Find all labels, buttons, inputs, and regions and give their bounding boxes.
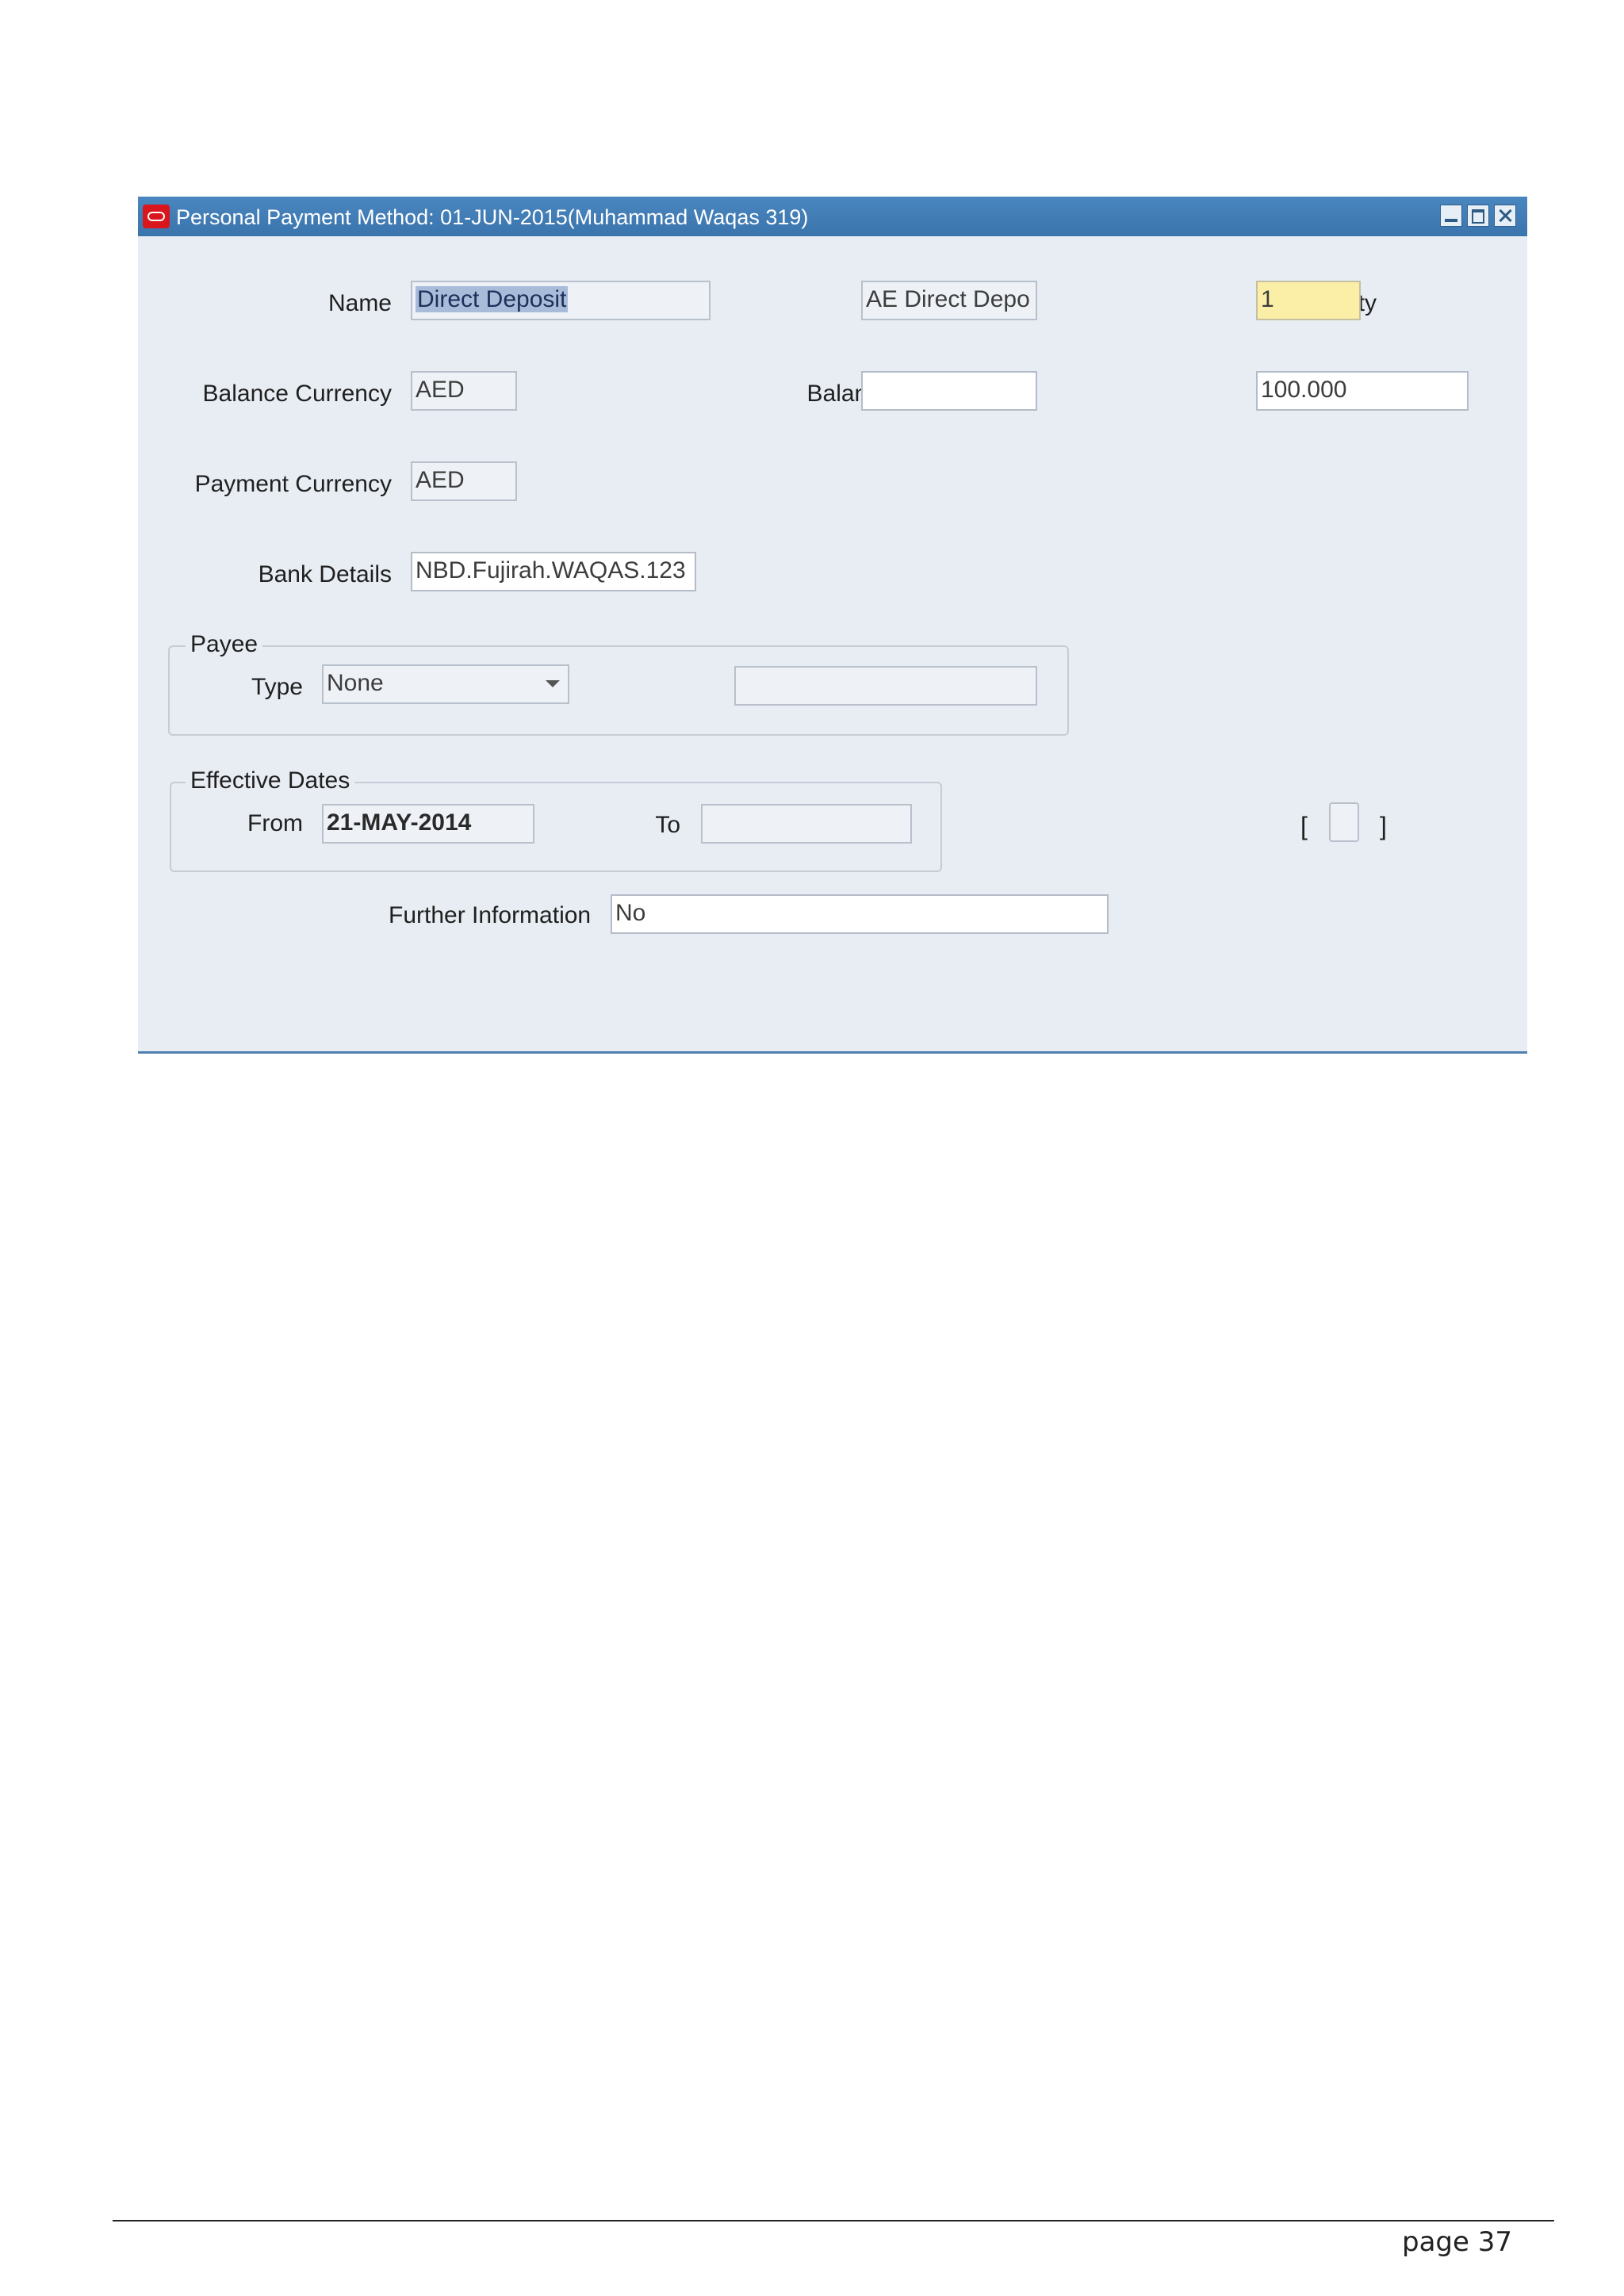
- payee-type-value: None: [327, 670, 384, 696]
- to-label: To: [655, 812, 680, 838]
- minimize-icon[interactable]: [1440, 205, 1462, 227]
- payee-group-title: Payee: [186, 631, 263, 658]
- percentage-field[interactable]: 100.000: [1256, 371, 1469, 411]
- name-field[interactable]: Direct Deposit: [411, 281, 710, 320]
- payment-method-window: Personal Payment Method: 01-JUN-2015(Muh…: [138, 197, 1527, 1054]
- bank-details-label: Bank Details: [258, 561, 392, 587]
- oracle-app-icon: [143, 205, 170, 228]
- maximize-icon[interactable]: [1467, 205, 1489, 227]
- chevron-down-icon[interactable]: [546, 680, 560, 687]
- balance-currency-field[interactable]: AED: [411, 371, 517, 411]
- further-information-field[interactable]: No: [611, 894, 1109, 934]
- payee-type-dropdown[interactable]: None: [322, 664, 569, 704]
- to-date-field[interactable]: [701, 804, 912, 844]
- payment-currency-label: Payment Currency: [194, 471, 392, 497]
- further-information-label: Further Information: [389, 902, 592, 928]
- window-titlebar[interactable]: Personal Payment Method: 01-JUN-2015(Muh…: [138, 197, 1527, 236]
- from-date-field[interactable]: 21-MAY-2014: [322, 804, 534, 844]
- payee-type-label: Type: [251, 674, 303, 700]
- window-title: Personal Payment Method: 01-JUN-2015(Muh…: [176, 205, 809, 229]
- page-number: page 37: [1402, 2226, 1512, 2258]
- payment-currency-field[interactable]: AED: [411, 461, 517, 501]
- descriptive-flexfield[interactable]: [1329, 802, 1359, 842]
- priority-field[interactable]: 1: [1256, 281, 1361, 320]
- footer-divider: [113, 2220, 1554, 2221]
- type-field[interactable]: AE Direct Depo: [861, 281, 1037, 320]
- close-icon[interactable]: [1494, 205, 1516, 227]
- balance-currency-label: Balance Currency: [202, 381, 392, 407]
- flex-open-bracket: [: [1300, 812, 1308, 840]
- effective-dates-group-title: Effective Dates: [186, 767, 355, 794]
- balance-amount-field[interactable]: [861, 371, 1037, 411]
- name-field-value: Direct Deposit: [416, 286, 569, 312]
- name-label: Name: [327, 290, 392, 316]
- flex-close-bracket: ]: [1380, 812, 1387, 840]
- from-label: From: [247, 810, 303, 836]
- bank-details-field[interactable]: NBD.Fujirah.WAQAS.123: [411, 552, 696, 591]
- payee-name-field[interactable]: [734, 666, 1037, 706]
